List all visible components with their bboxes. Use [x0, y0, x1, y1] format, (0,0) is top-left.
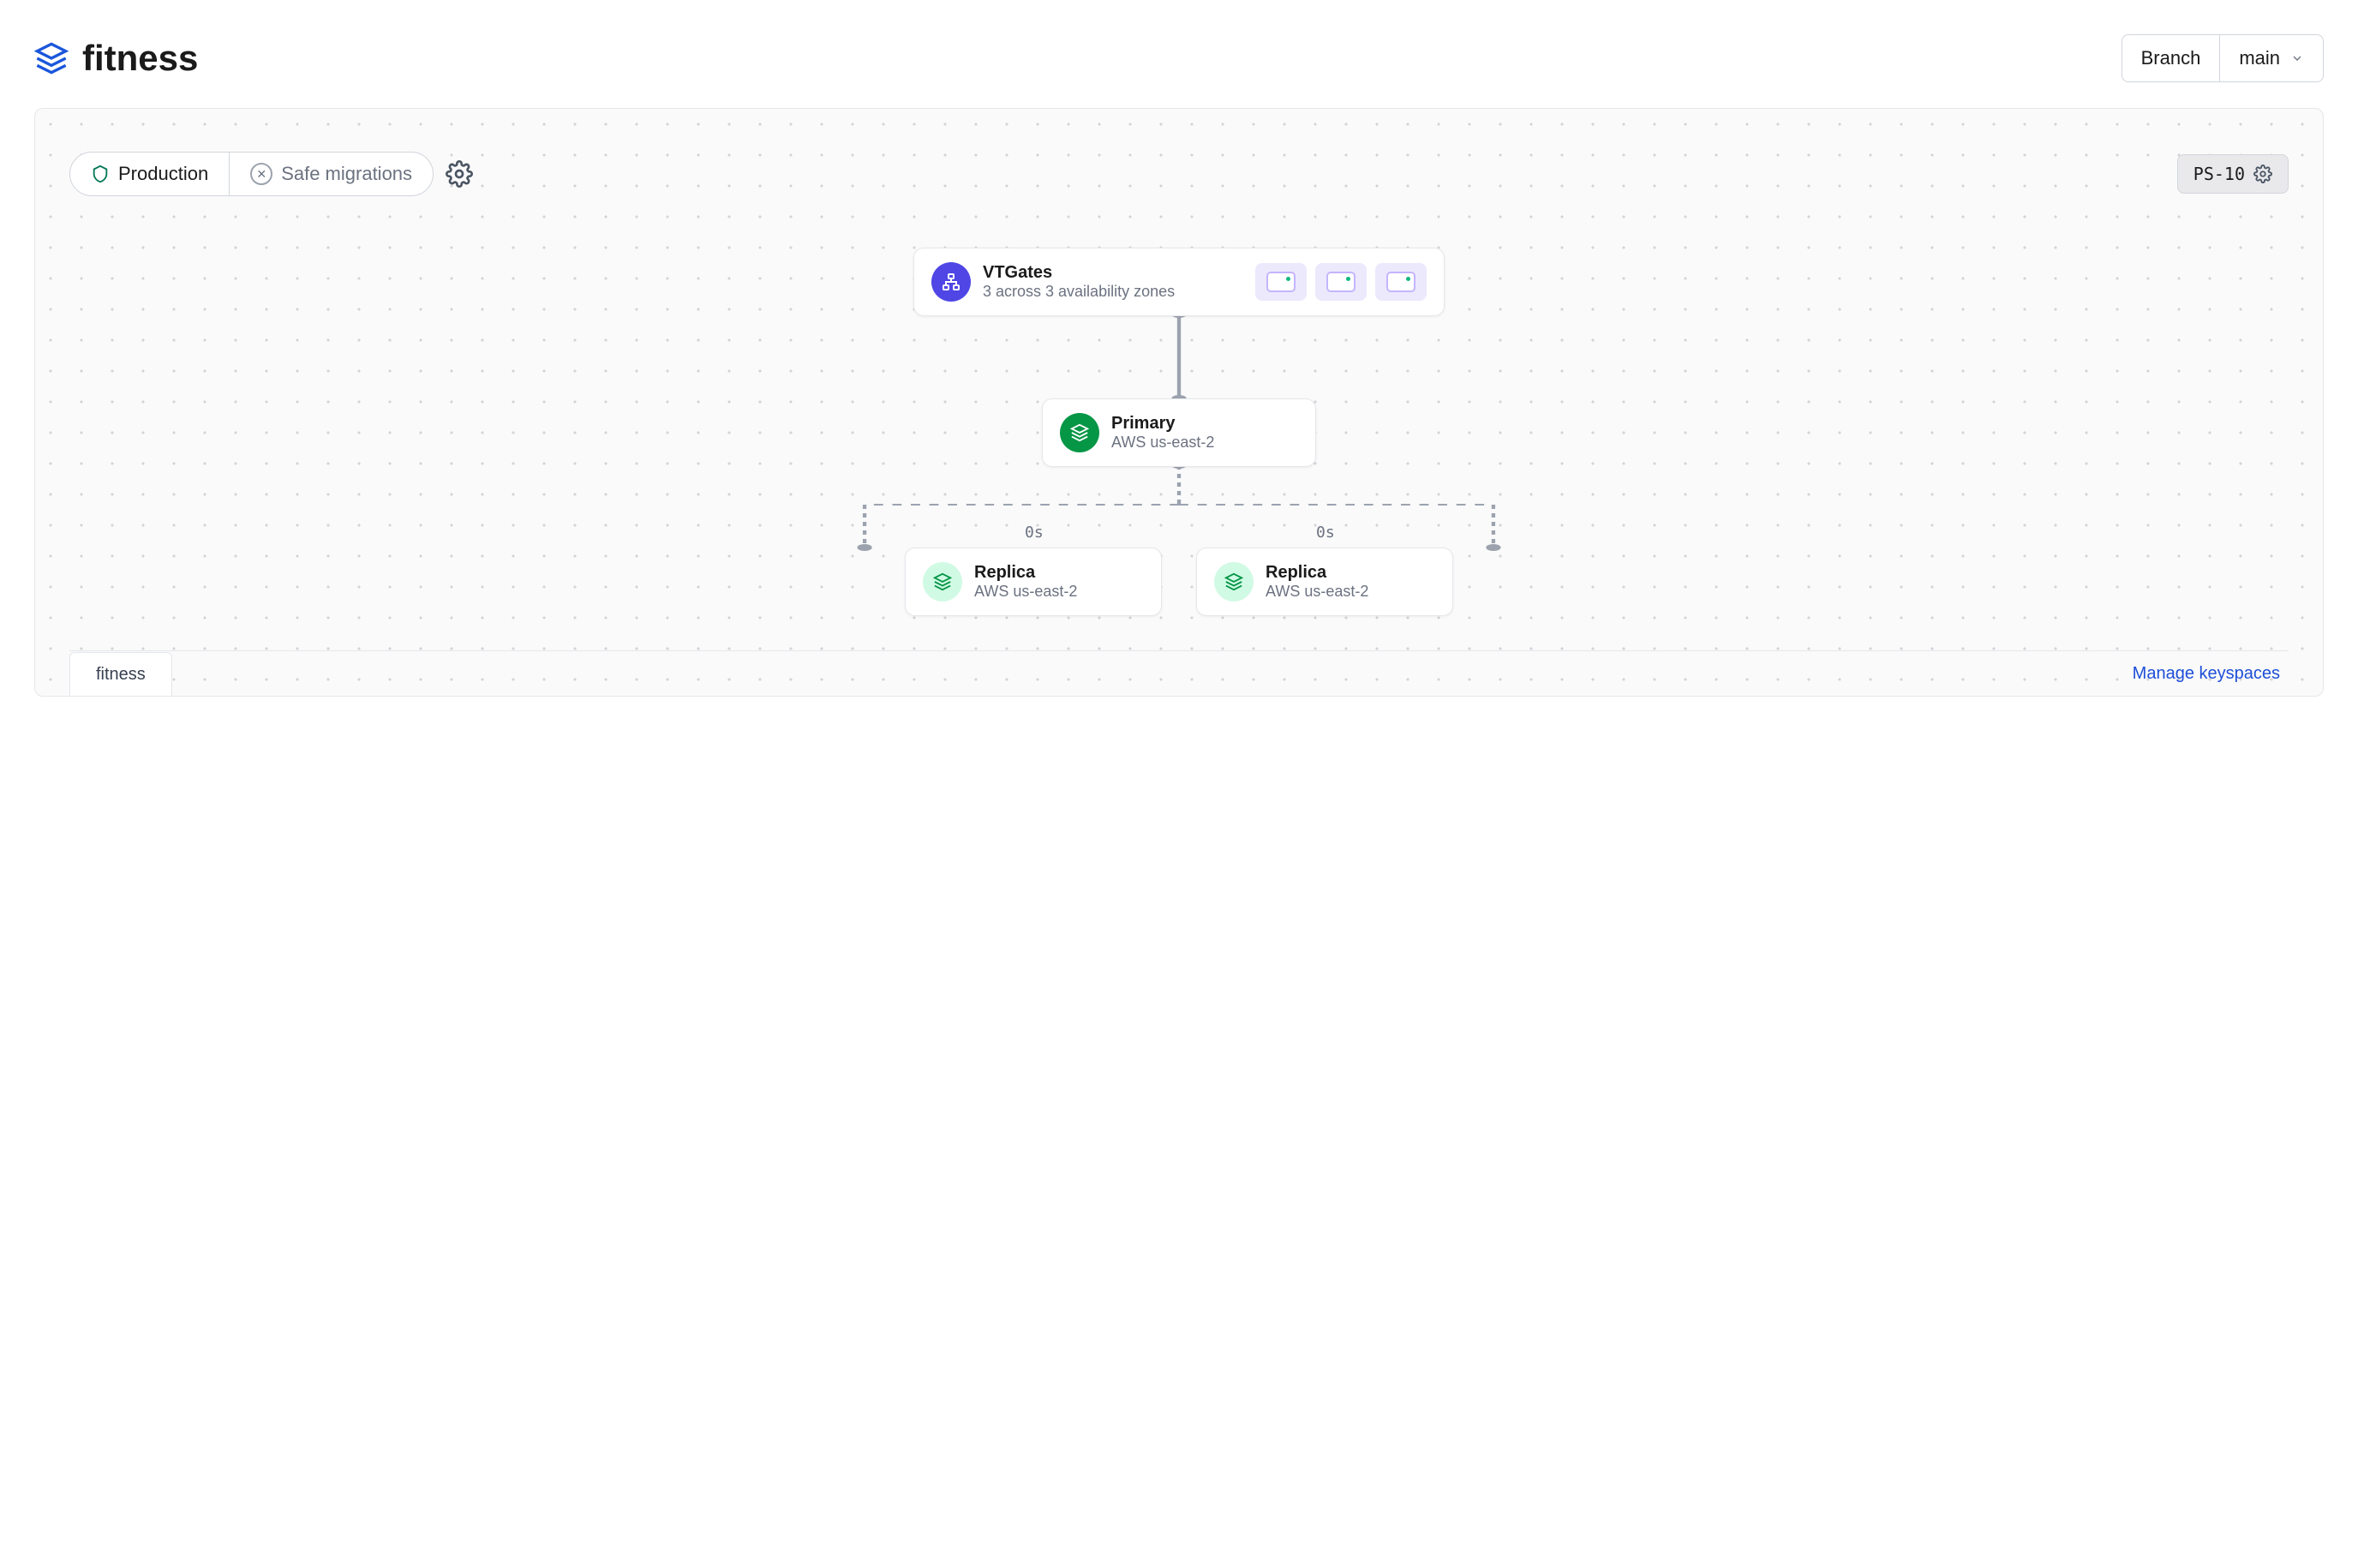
replica-node[interactable]: Replica AWS us-east-2 [905, 548, 1162, 616]
topology-canvas: Production ✕ Safe migrations PS-10 [34, 108, 2324, 697]
network-icon [931, 262, 971, 302]
canvas-footer: fitness Manage keyspaces [69, 650, 2289, 696]
database-title: fitness [82, 38, 198, 79]
plan-tag-label: PS-10 [2193, 164, 2245, 184]
branch-label: Branch [2122, 35, 2221, 81]
replica-title: Replica [1266, 563, 1368, 583]
replica-node[interactable]: Replica AWS us-east-2 [1196, 548, 1453, 616]
vtgates-title: VTGates [983, 263, 1175, 283]
az-indicator [1255, 263, 1307, 301]
replica-title: Replica [974, 563, 1077, 583]
primary-node[interactable]: Primary AWS us-east-2 [1042, 398, 1316, 467]
az-indicator [1375, 263, 1427, 301]
disabled-icon: ✕ [250, 163, 272, 185]
replica-lag: 0s [1025, 524, 1044, 542]
gear-icon [2253, 165, 2272, 183]
primary-icon [1060, 413, 1099, 452]
replica-icon [1214, 562, 1254, 601]
safe-migrations-label: Safe migrations [281, 163, 412, 185]
chevron-down-icon [2290, 51, 2304, 65]
replica-lag: 0s [1316, 524, 1335, 542]
primary-region: AWS us-east-2 [1111, 434, 1214, 452]
vtgates-subtitle: 3 across 3 availability zones [983, 283, 1175, 301]
shield-icon [91, 165, 110, 183]
branch-value-text: main [2239, 47, 2280, 69]
replica-region: AWS us-east-2 [1266, 583, 1368, 601]
page-header: fitness Branch main [34, 34, 2324, 82]
availability-zone-indicators [1255, 263, 1427, 301]
keyspace-tab[interactable]: fitness [69, 652, 172, 697]
production-label: Production [118, 163, 208, 185]
database-logo-icon [34, 41, 69, 75]
toolbar-left: Production ✕ Safe migrations [69, 152, 473, 196]
branch-dropdown[interactable]: main [2220, 35, 2323, 81]
header-left: fitness [34, 38, 198, 79]
branch-selector[interactable]: Branch main [2122, 34, 2324, 82]
production-badge[interactable]: Production [70, 153, 230, 195]
az-indicator [1315, 263, 1367, 301]
replica-region: AWS us-east-2 [974, 583, 1077, 601]
vtgates-node[interactable]: VTGates 3 across 3 availability zones [913, 248, 1445, 316]
primary-title: Primary [1111, 414, 1214, 434]
manage-keyspaces-link[interactable]: Manage keyspaces [2124, 652, 2289, 696]
topology-diagram: VTGates 3 across 3 availability zones Pr… [69, 248, 2289, 642]
replica-icon [923, 562, 962, 601]
canvas-toolbar: Production ✕ Safe migrations PS-10 [69, 152, 2289, 196]
status-pill-group: Production ✕ Safe migrations [69, 152, 434, 196]
settings-button[interactable] [446, 160, 473, 188]
safe-migrations-badge[interactable]: ✕ Safe migrations [230, 153, 433, 195]
plan-tag[interactable]: PS-10 [2177, 154, 2289, 194]
